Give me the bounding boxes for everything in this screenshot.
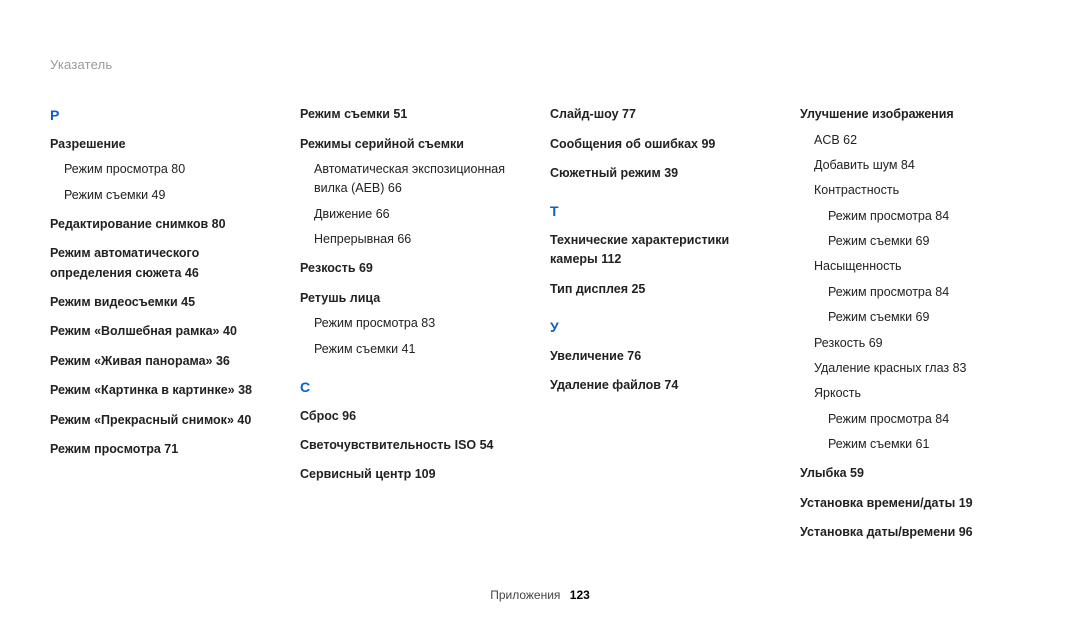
entry-magic-frame: Режим «Волшебная рамка» 40 <box>50 322 280 341</box>
entry-sharpness: Резкость 69 <box>300 259 530 278</box>
page: Указатель Р Разрешение Режим просмотра 8… <box>0 0 1080 630</box>
entry-face-retouch-s1: Режим просмотра 83 <box>314 314 530 333</box>
page-header: Указатель <box>50 55 1030 75</box>
entry-image-enhance: Улучшение изображения <box>800 105 1030 124</box>
entry-resolution: Разрешение <box>50 135 280 154</box>
entry-set-timedate: Установка времени/даты 19 <box>800 494 1030 513</box>
entry-acb: ACB 62 <box>814 131 1030 150</box>
entry-burst-motion: Движение 66 <box>314 205 530 224</box>
entry-redeye: Удаление красных глаз 83 <box>814 359 1030 378</box>
footer-section: Приложения <box>490 588 560 602</box>
column-2: Режим съемки 51 Режимы серийной съемки А… <box>300 105 530 548</box>
entry-brightness: Яркость <box>814 384 1030 403</box>
entry-edit-images: Редактирование снимков 80 <box>50 215 280 234</box>
entry-face-retouch-s2: Режим съемки 41 <box>314 340 530 359</box>
entry-resolution-sub1: Режим просмотра 80 <box>64 160 280 179</box>
letter-t: Т <box>550 201 780 223</box>
entry-saturation: Насыщенность <box>814 257 1030 276</box>
entry-scene-mode: Сюжетный режим 39 <box>550 164 780 183</box>
entry-specs-a: Технические характеристики <box>550 231 780 250</box>
entry-face-retouch: Ретушь лица <box>300 289 530 308</box>
entry-reset: Сброс 96 <box>300 407 530 426</box>
entry-display-type: Тип дисплея 25 <box>550 280 780 299</box>
letter-s: С <box>300 377 530 399</box>
entry-specs-b: камеры 112 <box>550 250 780 269</box>
entry-playback-mode: Режим просмотра 71 <box>50 440 280 459</box>
entry-iso: Светочувствительность ISO 54 <box>300 436 530 455</box>
entry-burst-continuous: Непрерывная 66 <box>314 230 530 249</box>
entry-burst-modes: Режимы серийной съемки <box>300 135 530 154</box>
entry-burst-aeb-b: вилка (AEB) 66 <box>314 179 530 198</box>
entry-zoom: Увеличение 76 <box>550 347 780 366</box>
footer-page-number: 123 <box>570 588 590 602</box>
entry-brightness-b: Режим съемки 61 <box>828 435 1030 454</box>
entry-auto-scene-a: Режим автоматического <box>50 244 280 263</box>
entry-resolution-sub2: Режим съемки 49 <box>64 186 280 205</box>
column-4: Улучшение изображения ACB 62 Добавить шу… <box>800 105 1030 548</box>
entry-beauty-shot: Режим «Прекрасный снимок» 40 <box>50 411 280 430</box>
entry-saturation-b: Режим съемки 69 <box>828 308 1030 327</box>
entry-live-panorama: Режим «Живая панорама» 36 <box>50 352 280 371</box>
index-columns: Р Разрешение Режим просмотра 80 Режим съ… <box>50 105 1030 548</box>
entry-video-mode: Режим видеосъемки 45 <box>50 293 280 312</box>
page-footer: Приложения 123 <box>0 586 1080 605</box>
entry-service-center: Сервисный центр 109 <box>300 465 530 484</box>
entry-slideshow: Слайд-шоу 77 <box>550 105 780 124</box>
entry-brightness-a: Режим просмотра 84 <box>828 410 1030 429</box>
entry-auto-scene-b: определения сюжета 46 <box>50 264 280 283</box>
letter-u: У <box>550 317 780 339</box>
entry-sharpness2: Резкость 69 <box>814 334 1030 353</box>
entry-delete-files: Удаление файлов 74 <box>550 376 780 395</box>
entry-pip: Режим «Картинка в картинке» 38 <box>50 381 280 400</box>
entry-add-noise: Добавить шум 84 <box>814 156 1030 175</box>
entry-contrast: Контрастность <box>814 181 1030 200</box>
letter-r: Р <box>50 105 280 127</box>
entry-smile: Улыбка 59 <box>800 464 1030 483</box>
column-1: Р Разрешение Режим просмотра 80 Режим съ… <box>50 105 280 548</box>
entry-error-messages: Сообщения об ошибках 99 <box>550 135 780 154</box>
entry-shooting-mode: Режим съемки 51 <box>300 105 530 124</box>
entry-set-datetime: Установка даты/времени 96 <box>800 523 1030 542</box>
entry-saturation-a: Режим просмотра 84 <box>828 283 1030 302</box>
column-3: Слайд-шоу 77 Сообщения об ошибках 99 Сюж… <box>550 105 780 548</box>
entry-contrast-b: Режим съемки 69 <box>828 232 1030 251</box>
entry-burst-aeb-a: Автоматическая экспозиционная <box>314 160 530 179</box>
entry-contrast-a: Режим просмотра 84 <box>828 207 1030 226</box>
